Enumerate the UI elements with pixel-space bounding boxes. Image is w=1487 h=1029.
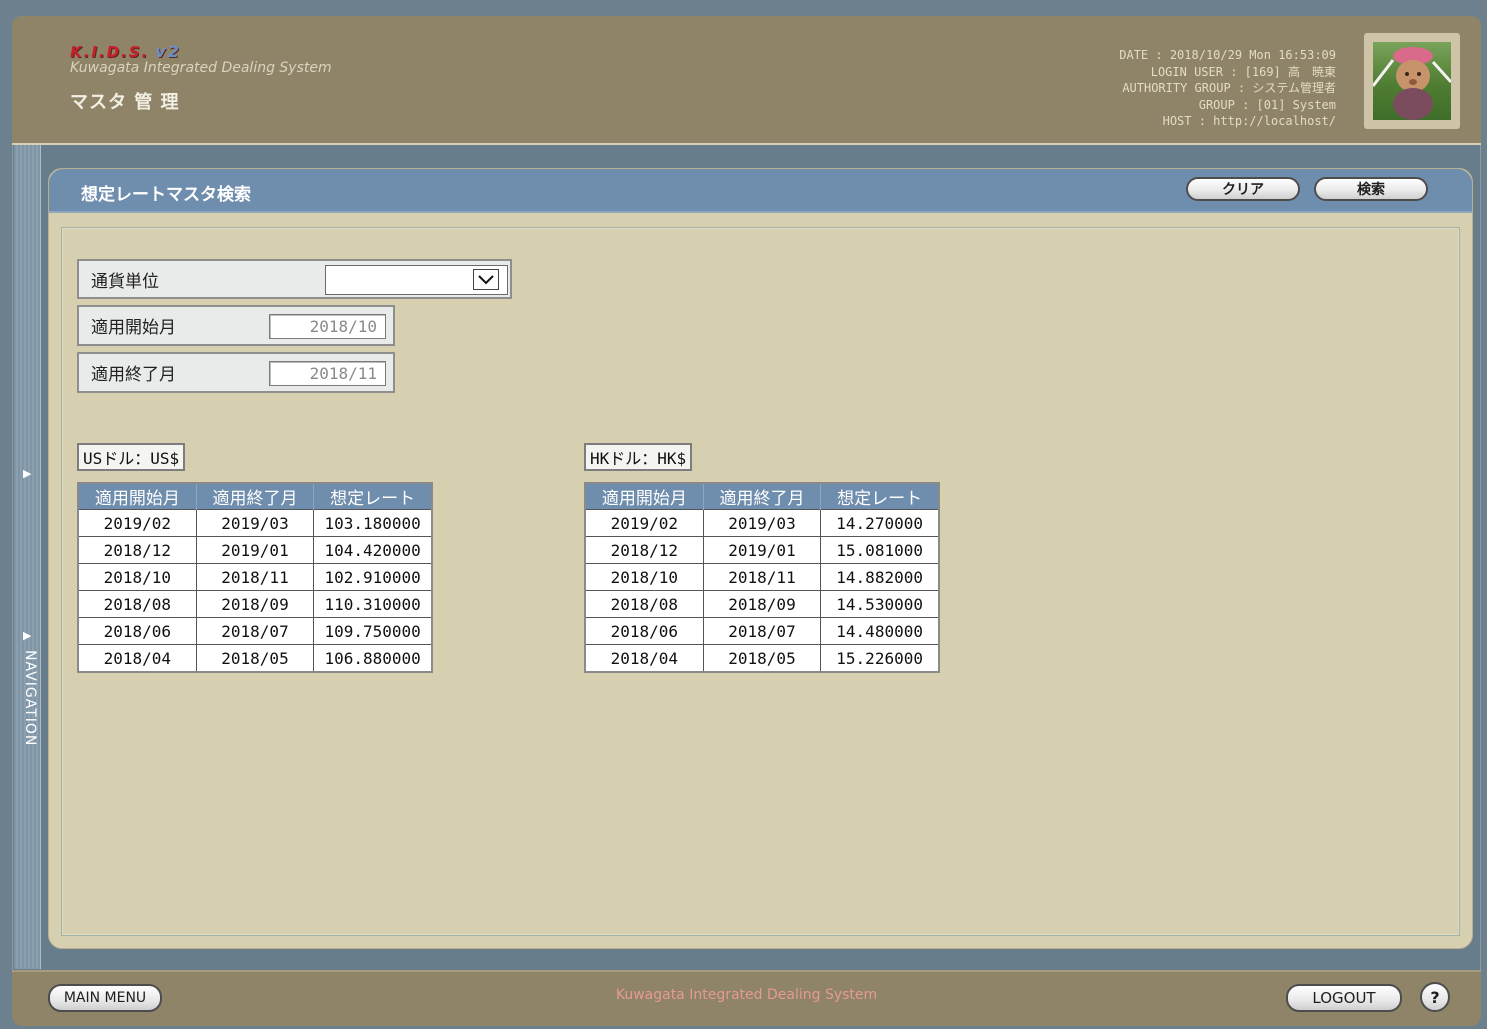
table-row[interactable]: 2018/12 2019/01 104.420000 — [77, 536, 433, 564]
table-row[interactable]: 2018/12 2019/01 15.081000 — [584, 536, 940, 564]
cell-rate: 103.180000 — [313, 509, 433, 537]
navigation-rail-texture — [14, 145, 40, 969]
navigation-rail[interactable]: ▶ NAVIGATION ▶ — [14, 145, 41, 969]
clear-button[interactable]: クリア — [1186, 177, 1300, 201]
navigation-label[interactable]: NAVIGATION — [16, 650, 38, 746]
cell-end: 2018/09 — [195, 590, 315, 618]
table-row[interactable]: 2019/02 2019/03 103.180000 — [77, 509, 433, 537]
info-date: DATE : 2018/10/29 Mon 16:53:09 — [1119, 48, 1336, 62]
cell-end: 2018/05 — [702, 644, 822, 673]
column-header-start: 適用開始月 — [585, 483, 704, 510]
hkd-rate-table: 適用開始月 適用終了月 想定レート 2019/02 2019/03 14.27000… — [584, 482, 940, 673]
start-month-row: 適用開始月 2018/10 — [77, 305, 395, 346]
column-header-rate: 想定レート — [313, 483, 433, 510]
table-row[interactable]: 2018/08 2018/09 110.310000 — [77, 590, 433, 618]
avatar-image — [1373, 42, 1451, 120]
column-header-start: 適用開始月 — [78, 483, 197, 510]
session-info: DATE : 2018/10/29 Mon 16:53:09 LOGIN USE… — [1119, 47, 1336, 130]
header: K.I.D.S. v2 Kuwagata Integrated Dealing S… — [12, 16, 1481, 145]
cell-start: 2018/12 — [77, 536, 197, 564]
cell-rate: 109.750000 — [313, 617, 433, 645]
cell-start: 2019/02 — [584, 509, 704, 537]
cell-rate: 110.310000 — [313, 590, 433, 618]
usd-rate-table: 適用開始月 適用終了月 想定レート 2019/02 2019/03 103.1800… — [77, 482, 433, 673]
cell-start: 2019/02 — [77, 509, 197, 537]
cell-end: 2019/01 — [702, 536, 822, 564]
nav-expand-arrow-icon[interactable]: ▶ — [23, 629, 31, 642]
cell-rate: 15.081000 — [820, 536, 940, 564]
cell-end: 2018/09 — [702, 590, 822, 618]
cell-rate: 104.420000 — [313, 536, 433, 564]
cell-end: 2018/11 — [702, 563, 822, 591]
end-month-input[interactable]: 2018/11 — [269, 361, 386, 386]
logout-button[interactable]: LOGOUT — [1286, 984, 1402, 1012]
cell-start: 2018/04 — [584, 644, 704, 673]
cell-start: 2018/08 — [584, 590, 704, 618]
currency-usd-label: USドル：US$ — [77, 443, 186, 471]
cell-start: 2018/10 — [584, 563, 704, 591]
search-button[interactable]: 検索 — [1314, 177, 1428, 201]
help-button[interactable]: ? — [1420, 982, 1450, 1012]
cell-start: 2018/04 — [77, 644, 197, 673]
end-month-label: 適用終了月 — [91, 365, 176, 385]
start-month-label: 適用開始月 — [91, 318, 176, 338]
avatar — [1364, 33, 1460, 129]
info-host: HOST : http://localhost/ — [1162, 114, 1336, 128]
column-header-end: 適用終了月 — [703, 483, 822, 510]
cell-rate: 14.530000 — [820, 590, 940, 618]
cell-end: 2018/07 — [195, 617, 315, 645]
currency-unit-label: 通貨単位 — [91, 271, 159, 292]
currency-unit-row: 通貨単位 — [77, 259, 512, 299]
info-group: GROUP : [01] System — [1198, 97, 1336, 112]
cell-rate: 14.480000 — [820, 617, 940, 645]
chevron-down-icon[interactable] — [473, 269, 499, 290]
column-header-end: 適用終了月 — [196, 483, 315, 510]
logo: K.I.D.S. v2 — [70, 42, 181, 61]
currency-unit-select[interactable] — [325, 265, 508, 295]
cell-start: 2018/12 — [584, 536, 704, 564]
table-row[interactable]: 2018/04 2018/05 15.226000 — [584, 644, 940, 673]
column-header-rate: 想定レート — [820, 483, 940, 510]
panel-titlebar: 想定レートマスタ検索 クリア 検索 — [49, 169, 1472, 213]
start-month-input[interactable]: 2018/10 — [269, 314, 386, 339]
cell-start: 2018/06 — [584, 617, 704, 645]
table-row[interactable]: 2018/10 2018/11 102.910000 — [77, 563, 433, 591]
logo-version: v2 — [155, 42, 181, 61]
panel-title: 想定レートマスタ検索 — [81, 185, 251, 205]
footer-system-name: Kuwagata Integrated Dealing System — [615, 987, 878, 1003]
cell-rate: 14.882000 — [820, 563, 940, 591]
cell-start: 2018/10 — [77, 563, 197, 591]
logo-text: K.I.D.S. — [70, 43, 150, 61]
cell-rate: 102.910000 — [313, 563, 433, 591]
info-login-user: LOGIN USER : [169] 高 暁東 — [1150, 64, 1336, 79]
cell-end: 2019/03 — [702, 509, 822, 537]
cell-end: 2019/03 — [195, 509, 315, 537]
search-form-area: 通貨単位 適用開始月 2018/10 適用終了月 2018/11 USドル：US… — [61, 227, 1460, 936]
cell-rate: 15.226000 — [820, 644, 940, 673]
table-row[interactable]: 2018/10 2018/11 14.882000 — [584, 563, 940, 591]
cell-end: 2019/01 — [195, 536, 315, 564]
table-row[interactable]: 2018/08 2018/09 14.530000 — [584, 590, 940, 618]
table-row[interactable]: 2018/06 2018/07 14.480000 — [584, 617, 940, 645]
table-header-row: 適用開始月 適用終了月 想定レート — [585, 483, 940, 510]
footer: MAIN MENU Kuwagata Integrated Dealing Sy… — [12, 970, 1481, 1026]
table-row[interactable]: 2018/06 2018/07 109.750000 — [77, 617, 433, 645]
cell-end: 2018/11 — [195, 563, 315, 591]
cell-end: 2018/05 — [195, 644, 315, 673]
search-panel: 想定レートマスタ検索 クリア 検索 通貨単位 適用開始月 2018/10 適用終… — [48, 168, 1473, 949]
table-row[interactable]: 2018/04 2018/05 106.880000 — [77, 644, 433, 673]
info-authority-group: AUTHORITY GROUP : システム管理者 — [1122, 81, 1336, 95]
currency-hkd-label: HKドル：HK$ — [584, 443, 693, 471]
table-header-row: 適用開始月 適用終了月 想定レート — [78, 483, 433, 510]
table-row[interactable]: 2019/02 2019/03 14.270000 — [584, 509, 940, 537]
cell-start: 2018/08 — [77, 590, 197, 618]
cell-end: 2018/07 — [702, 617, 822, 645]
nav-expand-arrow-icon[interactable]: ▶ — [23, 467, 31, 480]
system-name: Kuwagata Integrated Dealing System — [70, 60, 332, 76]
cell-rate: 14.270000 — [820, 509, 940, 537]
cell-start: 2018/06 — [77, 617, 197, 645]
page-section-title: マスタ 管 理 — [70, 92, 180, 113]
end-month-row: 適用終了月 2018/11 — [77, 352, 395, 393]
cell-rate: 106.880000 — [313, 644, 433, 673]
